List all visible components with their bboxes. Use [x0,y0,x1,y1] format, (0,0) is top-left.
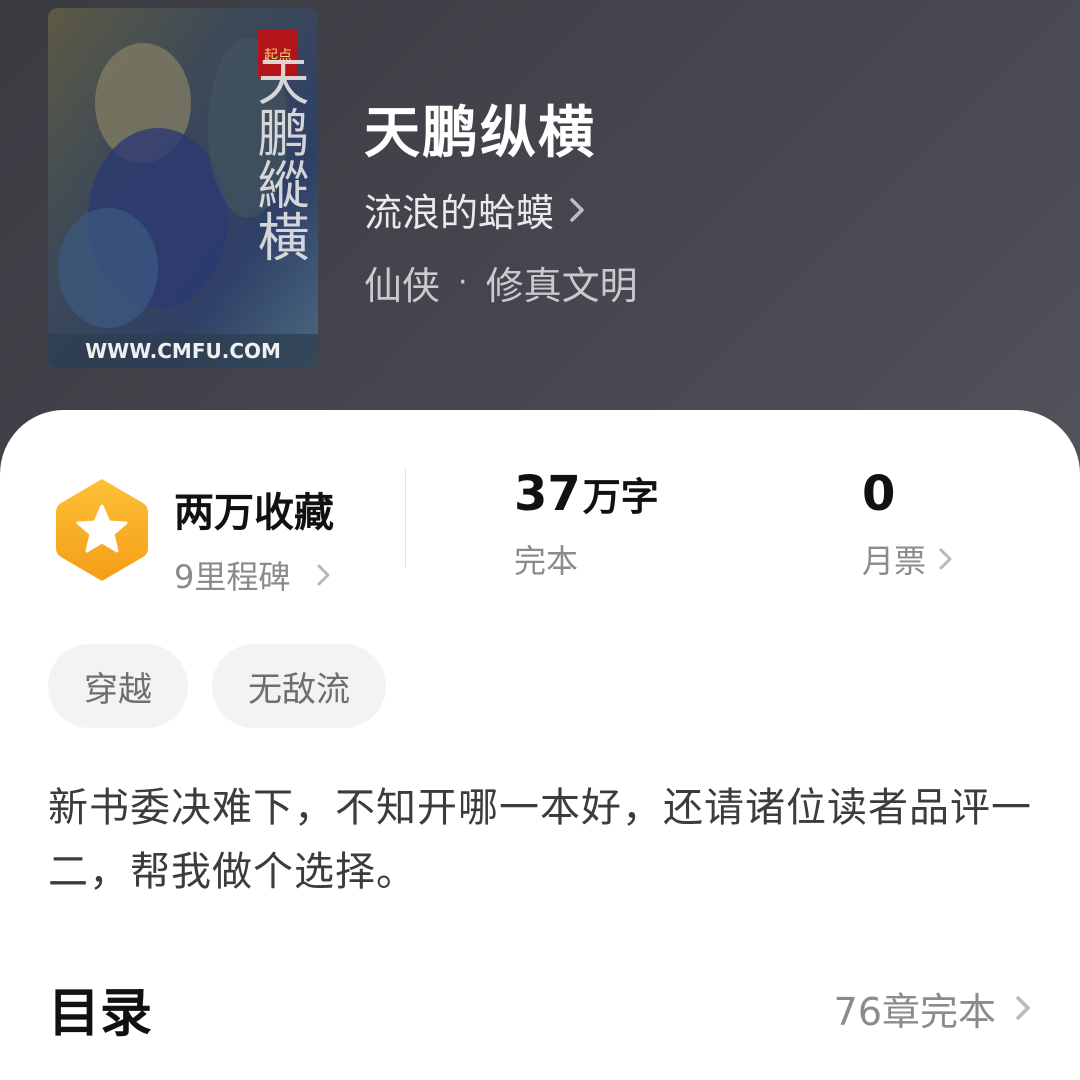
monthly-tickets-value: 0 [862,466,896,522]
tag-chip[interactable]: 穿越 [48,644,188,728]
word-count-value: 37 [514,466,581,522]
book-cover-image[interactable]: 起点 天鹏縱橫 WWW.CMFU.COM [48,8,318,368]
category-separator: · [458,265,468,300]
cover-site-text: WWW.CMFU.COM [85,339,281,363]
word-count-unit: 万字 [582,475,659,519]
book-detail-screen: 起点 天鹏縱橫 WWW.CMFU.COM 天鹏纵横 流浪的蛤蟆 仙侠 · 修真文… [0,0,1080,1080]
status-label: 完本 [514,542,579,580]
star-badge-icon [52,476,152,584]
chevron-right-icon [938,545,954,573]
favorites-stat[interactable]: 两万收藏 9里程碑 [52,476,334,598]
cover-title-text: 天鹏縱橫 [248,54,308,262]
chevron-right-icon [1014,993,1032,1023]
book-title: 天鹏纵横 [364,101,596,166]
subcategory-label[interactable]: 修真文明 [486,255,638,310]
chevron-right-icon [568,195,586,225]
stats-row: 两万收藏 9里程碑 37 万字 完本 0 月票 [0,466,1080,596]
milestones-label: 9里程碑 [174,558,291,596]
book-description[interactable]: 新书委决难下，不知开哪一本好，还请诸位读者品评一二，帮我做个选择。 [48,776,1032,904]
table-of-contents-row[interactable]: 目录 76章完本 [48,968,1032,1048]
tag-chip[interactable]: 无敌流 [212,644,386,728]
monthly-tickets-stat[interactable]: 0 月票 [862,466,954,582]
book-info-card: 两万收藏 9里程碑 37 万字 完本 0 月票 穿越 无敌流 新书委决难下，不知… [0,410,1080,1080]
author-link[interactable]: 流浪的蛤蟆 [364,182,586,237]
monthly-tickets-label: 月票 [862,542,927,580]
category-label[interactable]: 仙侠 [364,255,440,310]
chevron-right-icon [316,561,332,589]
toc-summary: 76章完本 [833,989,996,1034]
favorites-count: 两万收藏 [174,490,334,536]
toc-title: 目录 [48,983,153,1044]
word-count-stat: 37 万字 完本 [514,466,659,582]
author-name: 流浪的蛤蟆 [364,191,555,235]
category-row: 仙侠 · 修真文明 [364,255,638,310]
tag-list: 穿越 无敌流 [48,644,386,728]
stats-divider [405,468,406,568]
